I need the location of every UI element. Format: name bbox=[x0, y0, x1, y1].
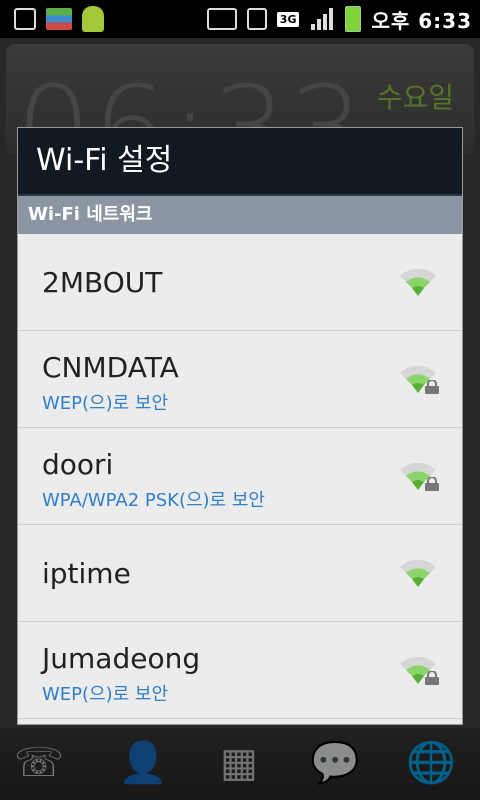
wifi-signal-icon bbox=[398, 555, 438, 591]
wifi-network-row[interactable]: 2MBOUT bbox=[18, 234, 462, 331]
wifi-settings-dialog: Wi-Fi 설정 Wi-Fi 네트워크 2MBOUT CNMDATA WEP(으)… bbox=[17, 127, 463, 725]
network-ssid: iptime bbox=[42, 557, 131, 590]
status-time: 오후 6:33 bbox=[371, 8, 472, 33]
network-security: WEP(으)로 보안 bbox=[42, 684, 169, 705]
network-ssid: CNMDATA bbox=[42, 351, 179, 384]
network-security: WPA/WPA2 PSK(으)로 보안 bbox=[42, 490, 265, 511]
network-ssid: 2MBOUT bbox=[42, 266, 163, 299]
wifi-network-row[interactable]: CNMDATA WEP(으)로 보안 bbox=[18, 331, 462, 428]
download-icon bbox=[14, 8, 36, 30]
3g-data-icon: 3G bbox=[276, 11, 300, 27]
status-bar: 3G 오후 6:33 bbox=[0, 0, 480, 38]
wifi-network-row[interactable]: Jumadeong WEP(으)로 보안 bbox=[18, 622, 462, 719]
lock-icon bbox=[424, 476, 440, 491]
wifi-network-row[interactable]: doori WPA/WPA2 PSK(으)로 보안 bbox=[18, 428, 462, 525]
gamepad-icon bbox=[206, 8, 237, 30]
signal-icon bbox=[309, 8, 335, 30]
network-ssid: Jumadeong bbox=[42, 642, 201, 675]
dialog-title: Wi-Fi 설정 bbox=[18, 128, 462, 196]
vibrate-icon bbox=[246, 8, 267, 30]
network-security: WEP(으)로 보안 bbox=[42, 393, 169, 414]
lock-icon bbox=[424, 379, 440, 394]
wifi-signal-icon bbox=[398, 264, 438, 300]
battery-icon bbox=[345, 6, 362, 32]
wifi-network-row[interactable]: iptime bbox=[18, 525, 462, 622]
android-icon bbox=[82, 6, 104, 32]
lock-icon bbox=[424, 670, 440, 685]
section-header: Wi-Fi 네트워크 bbox=[18, 196, 462, 234]
network-ssid: doori bbox=[42, 448, 114, 481]
network-list: 2MBOUT CNMDATA WEP(으)로 보안 doori WPA/WPA2 P… bbox=[18, 234, 462, 719]
app-grid-icon bbox=[46, 8, 72, 30]
